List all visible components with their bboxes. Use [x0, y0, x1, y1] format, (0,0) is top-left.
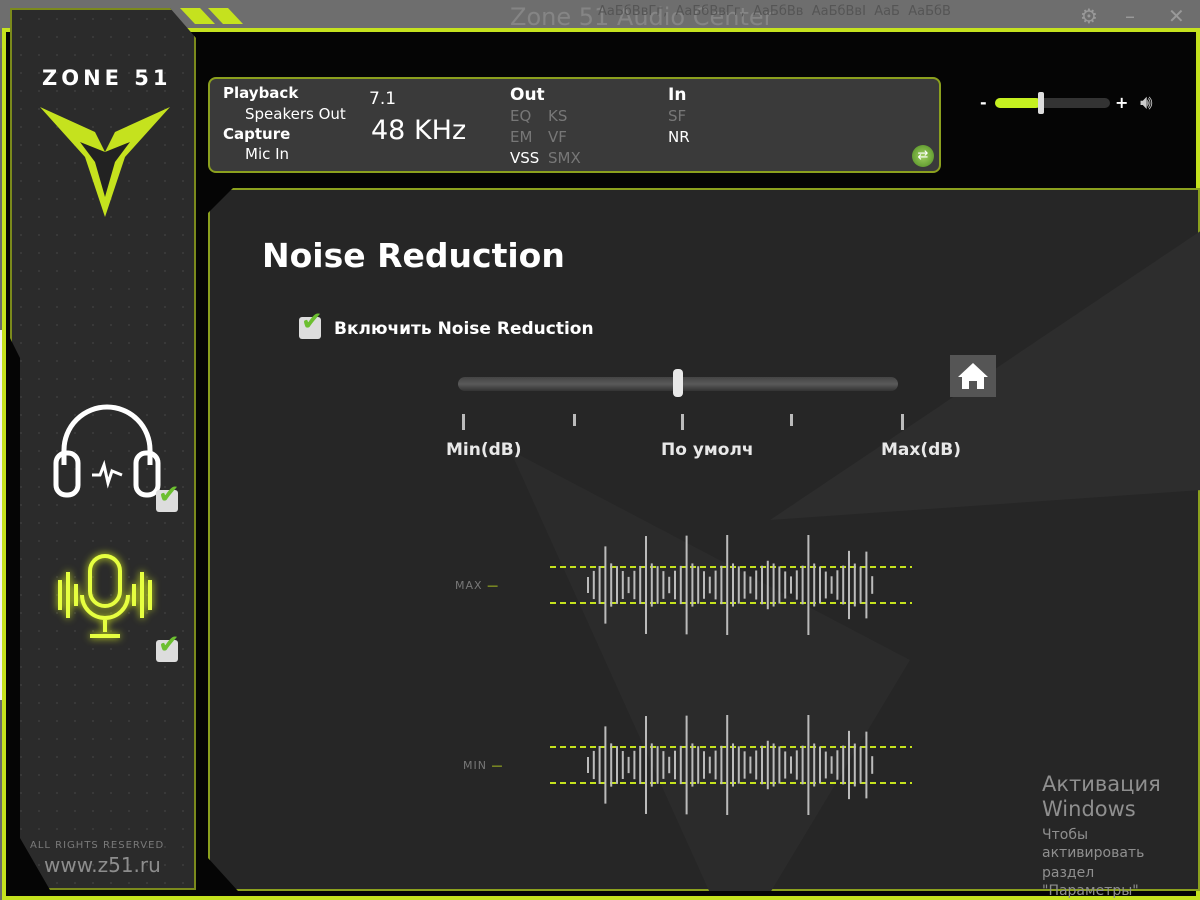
out-vss: VSS — [510, 149, 540, 167]
noise-reduction-slider-thumb[interactable] — [673, 369, 683, 397]
enable-noise-reduction-label[interactable]: Включить Noise Reduction — [334, 319, 594, 339]
wave-max-label: MAX — — [455, 579, 500, 592]
volume-minus[interactable]: - — [980, 93, 987, 112]
sidebar: ZONE 51 ALL RIGHTS RESERVED www.z51.ru — [10, 8, 196, 890]
swap-button[interactable]: ⇄ — [912, 145, 934, 167]
minimize-button[interactable]: – — [1125, 4, 1135, 28]
channels: 7.1 — [369, 89, 397, 109]
waveform-min — [550, 715, 912, 815]
wave-max-text: MAX — [455, 579, 483, 592]
status-panel: Playback Speakers Out Capture Mic In 7.1… — [208, 77, 941, 173]
rights-text: ALL RIGHTS RESERVED — [30, 840, 165, 851]
sample-rate: 48 KHz — [371, 115, 467, 146]
decor-stripes — [180, 8, 243, 24]
close-button[interactable]: ✕ — [1168, 4, 1185, 28]
background-styles: АаБбВвГг, АаБбВвГг, АаБбВв АаБбВвІ АаБ А… — [598, 4, 1068, 19]
activation-line1: Чтобы активировать — [1042, 827, 1145, 861]
slider-tick — [790, 414, 793, 426]
slider-tick — [901, 414, 904, 430]
style: АаБбВв — [753, 4, 804, 19]
out-eq: EQ — [510, 107, 532, 125]
sidebar-item-headphones[interactable] — [52, 395, 192, 525]
activation-line2: раздел "Параметры" — [1042, 865, 1139, 899]
capture-device: Mic In — [245, 145, 290, 163]
out-em: EM — [510, 128, 533, 146]
enable-noise-reduction-checkbox[interactable] — [299, 307, 323, 339]
headphones-enabled-checkbox[interactable] — [156, 480, 180, 512]
activation-title: Активация Windows — [1042, 772, 1161, 821]
volume-thumb[interactable] — [1038, 92, 1044, 114]
style: АаБ — [874, 4, 900, 19]
max-label: Max(dB) — [881, 440, 962, 460]
volume-slider[interactable] — [995, 92, 1110, 114]
windows-activation-notice: Активация Windows Чтобы активировать раз… — [1042, 772, 1194, 900]
sidebar-item-microphone[interactable] — [52, 550, 192, 670]
style: АаБбВвІ — [811, 4, 866, 19]
out-smx: SMX — [548, 149, 581, 167]
style: АаБбВвГг, — [675, 4, 745, 19]
waveform-max — [550, 535, 912, 635]
volume-plus[interactable]: + — [1115, 93, 1128, 112]
in-label: In — [668, 85, 687, 105]
wave-min-text: MIN — [463, 759, 487, 772]
speaker-icon[interactable]: 🔊︎ — [1140, 90, 1153, 114]
in-nr: NR — [668, 128, 690, 146]
min-label: Min(dB) — [446, 440, 522, 460]
zone51-logo-icon — [40, 107, 170, 217]
slider-tick — [573, 414, 576, 426]
wave-min-label: MIN — — [463, 759, 504, 772]
out-vf: VF — [548, 128, 567, 146]
microphone-icon — [58, 554, 152, 638]
settings-gear-icon[interactable]: ⚙ — [1080, 4, 1098, 28]
page-title: Noise Reduction — [262, 236, 565, 275]
playback-device: Speakers Out — [245, 105, 346, 123]
out-ks: KS — [548, 107, 568, 125]
playback-label: Playback — [223, 84, 299, 102]
default-label: По умолч — [661, 440, 754, 460]
microphone-enabled-checkbox[interactable] — [156, 630, 180, 662]
reset-default-button[interactable] — [950, 355, 996, 397]
out-label: Out — [510, 85, 545, 105]
in-sf: SF — [668, 107, 687, 125]
logo-text: ZONE 51 — [42, 66, 172, 90]
style: АаБбВвГг, — [598, 4, 668, 19]
volume-fill — [995, 98, 1041, 108]
capture-label: Capture — [223, 125, 291, 143]
home-icon — [958, 363, 988, 389]
headphones-icon — [53, 404, 161, 498]
slider-tick — [681, 414, 684, 430]
website-link[interactable]: www.z51.ru — [44, 853, 161, 877]
slider-tick — [462, 414, 465, 430]
style: АаБбВ — [908, 4, 951, 19]
